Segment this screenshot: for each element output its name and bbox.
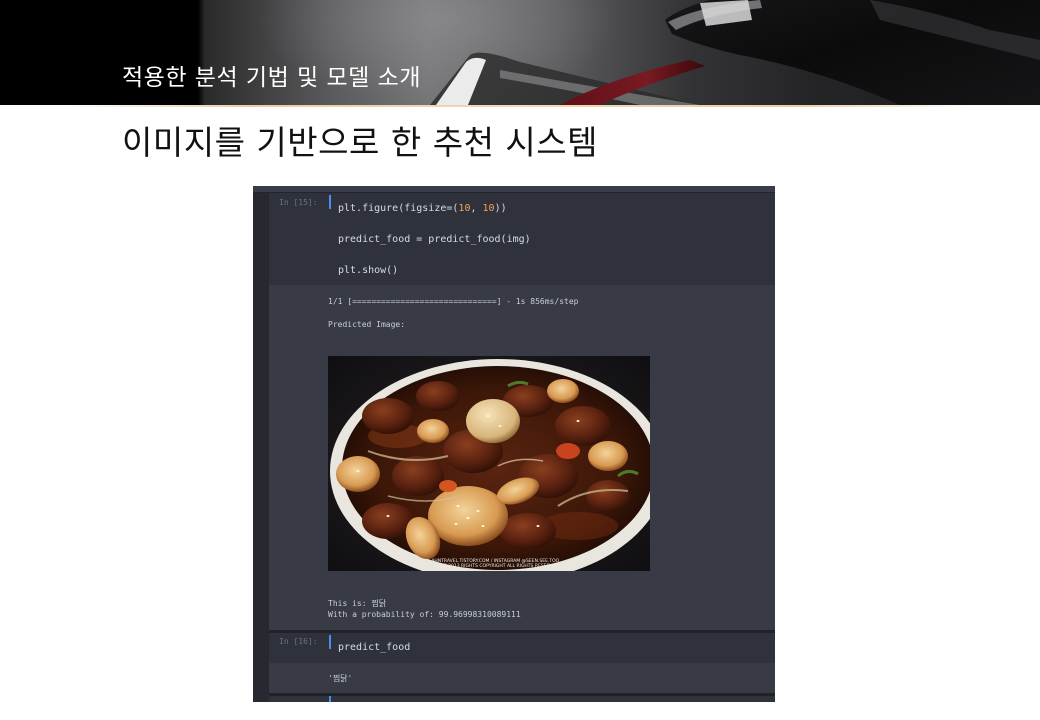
section-title: 적용한 분석 기법 및 모델 소개: [122, 65, 421, 91]
watermark-text: AHNTRAVEL.TISTORY.COM / INSTAGRAM @SEEN.…: [431, 558, 560, 569]
notebook-gutter: [253, 186, 269, 702]
code-line: plt.show(): [338, 265, 399, 276]
code-line: plt.figure(figsize=(10, 10)): [338, 203, 507, 214]
notebook-screenshot: In [15]: plt.figure(figsize=(10, 10)) pr…: [253, 186, 775, 702]
notebook-top-bar: [253, 186, 775, 193]
output-value: '찜닭': [328, 674, 353, 683]
code-line: predict_food = predict_food(img): [338, 234, 531, 245]
page-title: 이미지를 기반으로 한 추천 시스템: [122, 123, 598, 162]
header-banner: 적용한 분석 기법 및 모델 소개: [0, 0, 1040, 105]
code-cell-15[interactable]: In [15]: plt.figure(figsize=(10, 10)) pr…: [269, 193, 775, 285]
jjimdak-image: AHNTRAVEL.TISTORY.COM / INSTAGRAM @SEEN.…: [328, 356, 650, 571]
cell-active-indicator: [329, 635, 331, 649]
code-cell-16[interactable]: In [16]: predict_food: [269, 633, 775, 663]
slide: 적용한 분석 기법 및 모델 소개 이미지를 기반으로 한 추천 시스템 In …: [0, 0, 1040, 720]
cell-active-indicator: [329, 696, 331, 702]
food-photo: AHNTRAVEL.TISTORY.COM / INSTAGRAM @SEEN.…: [328, 356, 650, 571]
prediction-probability: With a probability of: 99.96998310089111: [328, 610, 521, 619]
cell-prompt: In [15]:: [279, 198, 318, 207]
progress-output: 1/1 [==============================] - 1…: [328, 297, 579, 306]
prediction-result: This is: 찜닭: [328, 599, 387, 608]
output-cell-16: '찜닭': [269, 663, 775, 693]
output-cell-15: 1/1 [==============================] - 1…: [269, 285, 775, 630]
cell-prompt: In [16]:: [279, 637, 318, 646]
banner-divider: [62, 105, 978, 107]
code-line: predict_food: [338, 642, 411, 653]
code-cell-next[interactable]: [269, 696, 775, 702]
predicted-image-label: Predicted Image:: [328, 320, 406, 329]
cell-active-indicator: [329, 195, 331, 209]
